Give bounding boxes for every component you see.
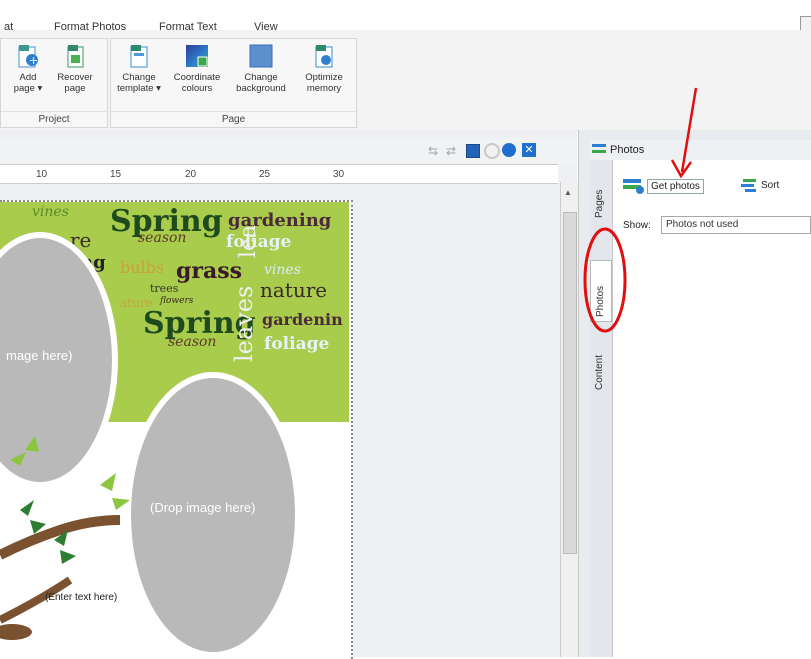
project-group-label: Project <box>1 111 107 125</box>
ruler-tick: 25 <box>259 169 271 180</box>
redo-icon[interactable]: ⇄ <box>446 144 456 158</box>
add-page-label-1: Add <box>19 72 37 83</box>
recover-page-label-2: page <box>64 83 86 94</box>
change-template-button[interactable]: Change template ▾ <box>117 43 161 94</box>
red-arrow-icon <box>680 87 698 173</box>
annotation-overlay <box>583 87 698 333</box>
scrollbar-thumb[interactable] <box>563 212 577 554</box>
optimize-memory-button[interactable]: Optimize memory <box>301 43 347 94</box>
page-artwork <box>0 232 301 657</box>
coordinate-colours-button[interactable]: Coordinate colours <box>171 43 223 94</box>
page-group: Change template ▾ Coordinate colours Cha… <box>110 38 357 128</box>
ruler-tick: 30 <box>333 169 345 180</box>
recover-page-button[interactable]: Recover page <box>53 43 97 94</box>
change-template-label-2: template ▾ <box>117 83 161 94</box>
close-icon[interactable]: ✕ <box>522 143 536 157</box>
right-photo-placeholder[interactable] <box>131 378 295 652</box>
change-background-button[interactable]: Change background <box>231 43 291 94</box>
coordinate-colours-label-1: Coordinate <box>173 72 221 83</box>
menu-bar: at Format Photos Format Text View <box>0 0 811 33</box>
circle-icon[interactable] <box>484 143 500 159</box>
page-group-label: Page <box>111 111 356 125</box>
red-circle-highlight <box>583 227 627 333</box>
drop-image-placeholder-left: mage here) <box>6 348 73 363</box>
add-page-button[interactable]: + Add page ▾ <box>11 43 45 94</box>
optimize-memory-label-2: memory <box>306 83 342 94</box>
recover-page-label-1: Recover <box>57 72 93 83</box>
add-page-label-2: page ▾ <box>13 83 43 94</box>
scroll-up-icon[interactable]: ▲ <box>564 188 572 197</box>
play-icon[interactable] <box>502 143 516 157</box>
background-icon <box>249 44 273 68</box>
change-template-label-1: Change <box>122 72 156 83</box>
ruler-tick: 15 <box>110 169 122 180</box>
branch-end-icon <box>0 624 32 640</box>
sort-button[interactable]: Sort <box>739 178 779 192</box>
drop-image-placeholder-right: (Drop image here) <box>150 500 256 515</box>
change-background-label-1: Change <box>244 72 278 83</box>
enter-text-placeholder[interactable]: (Enter text here) <box>45 592 117 603</box>
sort-label: Sort <box>761 179 780 191</box>
svg-text:+: + <box>29 54 38 67</box>
sort-icon <box>741 179 756 192</box>
coordinate-colours-label-2: colours <box>181 83 213 94</box>
ruler-tick: 20 <box>185 169 197 180</box>
document-toolbar: ⇆ ⇄ ✕ <box>0 138 577 164</box>
optimize-memory-icon <box>315 45 333 68</box>
project-group: + Add page ▾ Recover page Project <box>0 38 108 128</box>
change-background-label-2: background <box>236 83 286 94</box>
coordinate-colours-icon <box>186 45 208 67</box>
add-page-icon: + <box>18 45 38 68</box>
recover-page-icon <box>67 45 84 68</box>
undo-icon[interactable]: ⇆ <box>428 144 438 158</box>
tab-content-label: Content <box>594 354 605 390</box>
save-icon[interactable] <box>466 144 480 158</box>
vertical-scrollbar[interactable]: ▲ <box>560 182 578 657</box>
template-icon <box>130 45 148 68</box>
ruler-tick: 10 <box>36 169 48 180</box>
horizontal-ruler: 10 15 20 25 30 <box>0 164 558 184</box>
optimize-memory-label-1: Optimize <box>305 72 343 83</box>
